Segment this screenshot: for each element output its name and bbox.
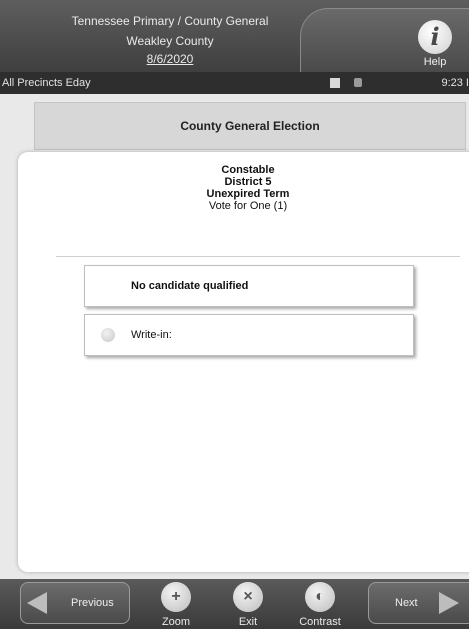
arrow-left-icon — [27, 592, 47, 614]
contrast-button[interactable]: ◐ Contrast — [290, 579, 350, 629]
divider — [56, 256, 460, 257]
ballot-panel: Constable District 5 Unexpired Term Vote… — [18, 152, 469, 572]
election-date: 8/6/2020 — [146, 52, 194, 66]
office-title: Constable — [221, 164, 275, 176]
help-label: Help — [423, 56, 447, 68]
write-in-choice[interactable]: Write-in: — [84, 314, 414, 356]
status-bar: All Precincts Eday 9:23 I — [0, 72, 469, 94]
close-icon: × — [233, 582, 263, 612]
next-label: Next — [395, 597, 418, 609]
footer-bar: Previous + Zoom × Exit ◐ Contrast Next — [0, 579, 469, 629]
header-bar: Tennessee Primary / County General Weakl… — [0, 0, 469, 73]
help-button[interactable]: i Help — [412, 20, 458, 70]
document-icon — [330, 78, 340, 88]
zoom-label: Zoom — [161, 616, 191, 628]
exit-label: Exit — [238, 616, 258, 628]
power-plug-icon — [354, 78, 362, 87]
contrast-icon: ◐ — [305, 582, 335, 612]
contest-header: Constable District 5 Unexpired Term Vote… — [18, 164, 469, 212]
precinct-label: All Precincts Eday — [2, 77, 91, 89]
arrow-right-icon — [439, 592, 459, 614]
district-label: District 5 — [224, 176, 272, 188]
clock-time: 9:23 I — [441, 77, 469, 89]
previous-button[interactable]: Previous — [20, 582, 130, 624]
vote-instruction: Vote for One (1) — [208, 200, 288, 212]
election-title: County General Election — [34, 102, 466, 150]
next-button[interactable]: Next — [368, 582, 469, 624]
choice-label: No candidate qualified — [131, 280, 249, 292]
contrast-label: Contrast — [299, 616, 341, 628]
no-candidate-choice[interactable]: No candidate qualified — [84, 265, 414, 307]
term-label: Unexpired Term — [206, 188, 290, 200]
magnifier-icon: + — [161, 582, 191, 612]
election-name: Tennessee Primary / County General — [71, 14, 269, 28]
choice-label: Write-in: — [131, 329, 172, 341]
info-icon: i — [418, 20, 452, 54]
previous-label: Previous — [71, 597, 114, 609]
zoom-button[interactable]: + Zoom — [146, 579, 206, 629]
radio-button-icon[interactable] — [101, 328, 115, 342]
exit-button[interactable]: × Exit — [218, 579, 278, 629]
county-name: Weakley County — [126, 34, 214, 48]
